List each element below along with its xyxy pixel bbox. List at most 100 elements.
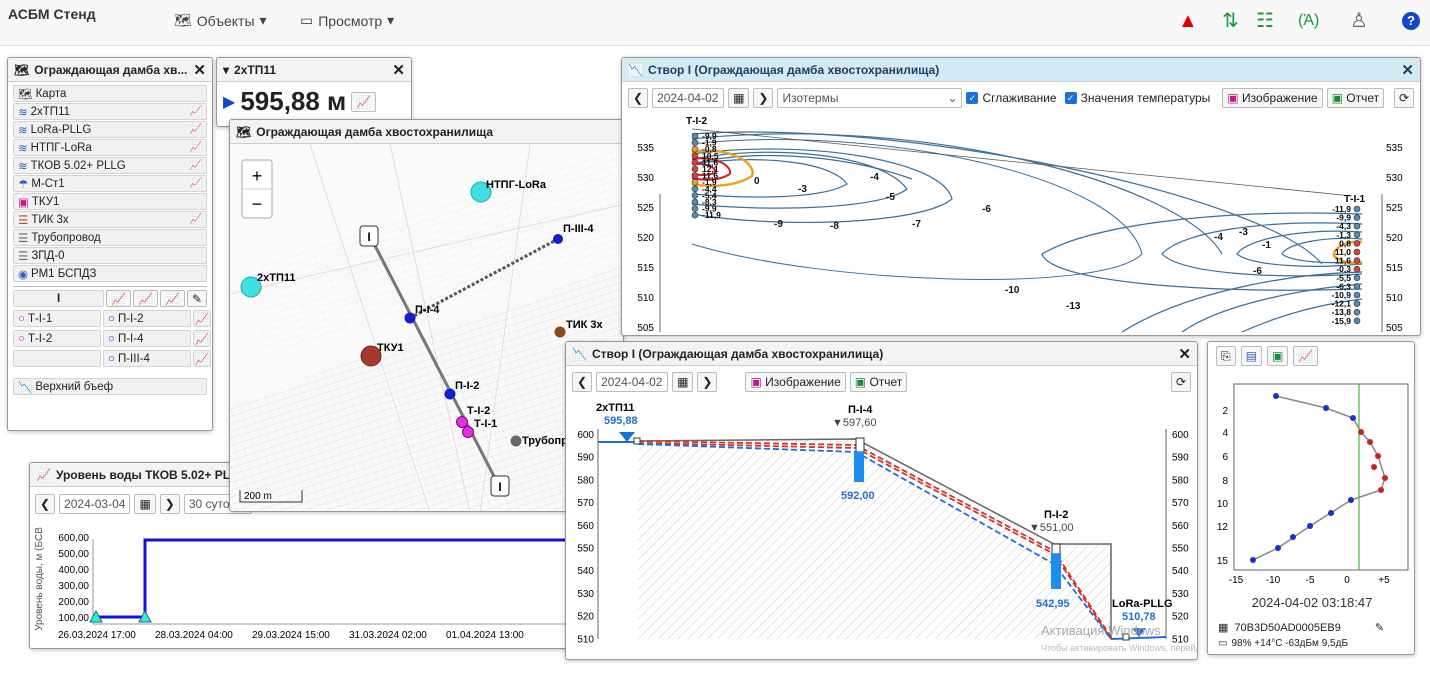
chart-icon[interactable]: 📈 [193, 350, 211, 367]
edit-icon[interactable]: ✎ [1375, 621, 1384, 634]
zoom-out-button[interactable]: − [252, 194, 263, 214]
brand[interactable]: АСБМ Стенд [8, 6, 96, 22]
close-icon[interactable]: ✕ [193, 61, 206, 79]
marker-tik[interactable] [554, 326, 566, 338]
refresh-button[interactable]: ⟳ [1170, 372, 1191, 392]
report-button[interactable]: ▣ Отчет [1326, 88, 1385, 108]
temps-checkbox[interactable]: ✓ [1064, 92, 1077, 104]
chart-icon[interactable]: 📈 [351, 91, 377, 112]
sensor-point [1353, 317, 1361, 325]
marker-t11[interactable] [462, 426, 474, 438]
chart-icon[interactable]: 📈 [190, 124, 202, 135]
label-p3: П-III-4 [563, 223, 594, 235]
menu-objects[interactable]: 🗺 Объекты ▾ [174, 12, 267, 29]
sec-label-lorav: 510,78 [1122, 611, 1156, 623]
report-button[interactable]: ▣ Отчет [849, 372, 908, 392]
section-point[interactable]: ○ П-I-4 [103, 330, 191, 347]
section-point[interactable]: ○ Т-I-2 [13, 330, 101, 347]
chart-icon[interactable]: 📈 [133, 290, 158, 307]
section-label[interactable]: I [13, 290, 105, 307]
tree-item[interactable]: ≋ 2хТП11 📈 [13, 103, 207, 120]
copy-icon[interactable]: ⎘ [1216, 346, 1236, 366]
section-header[interactable]: 📉 Створ I (Ограждающая дамба хвостохранил… [566, 342, 1197, 366]
image-button[interactable]: ▣ Изображение [745, 372, 846, 392]
marker-t12[interactable] [456, 416, 468, 428]
network-icon[interactable]: ☷ [1256, 10, 1274, 32]
marker-p12[interactable] [444, 388, 456, 400]
exchange-icon[interactable]: ⇅ [1222, 10, 1239, 32]
close-icon[interactable]: ✕ [1178, 345, 1191, 363]
marker-p14[interactable] [404, 312, 416, 324]
map-header[interactable]: 🗺 Ограждающая дамба хвостохранилища [230, 120, 623, 144]
close-icon[interactable]: ✕ [392, 61, 405, 79]
chart-icon[interactable]: 📈 [190, 214, 202, 225]
chart-icon[interactable]: 📈 [190, 142, 202, 153]
upper-pool-item[interactable]: 📉 Верхний бъеф [13, 378, 207, 395]
tree-item[interactable]: ☂ М-Ст1 📈 [13, 175, 207, 192]
antenna-icon[interactable]: (Ά) [1298, 10, 1319, 32]
prev-date-button[interactable]: ❮ [628, 88, 649, 108]
tree-item[interactable]: ≋ ТКОВ 5.02+ PLLG 📈 [13, 157, 207, 174]
chart-icon[interactable]: 📈 [193, 310, 211, 327]
next-date-button[interactable]: ❯ [159, 494, 180, 514]
image-button[interactable]: ▣ Изображение [1222, 88, 1323, 108]
user-icon[interactable]: ♙ [1350, 10, 1368, 32]
wl-ytick: 500,00 [58, 549, 89, 560]
section-point[interactable]: ○ П-I-2 [103, 310, 191, 327]
calendar-icon[interactable]: ▦ [672, 372, 694, 392]
menu-view[interactable]: ▭ Просмотр ▾ [300, 12, 394, 29]
tree-item[interactable]: ≋ НТПГ-LoRa 📈 [13, 139, 207, 156]
chart-icon[interactable]: 📈 [190, 106, 202, 117]
section-point-label: П-I-2 [117, 312, 144, 325]
wl-xtick: 01.04.2024 13:00 [446, 630, 524, 641]
prof-xtick: -15 [1229, 575, 1244, 586]
sec-date-input[interactable]: 2024-04-02 [596, 372, 669, 392]
refresh-button[interactable]: ⟳ [1393, 88, 1414, 108]
wl-date-input[interactable]: 2024-03-04 [59, 494, 131, 514]
iso-ytick: 520 [637, 233, 654, 244]
tree-item[interactable]: ◉ РМ1 БСПДЗ [13, 265, 207, 282]
tree-item[interactable]: ☰ ТИК 3х 📈 [13, 211, 207, 228]
close-icon[interactable]: ✕ [1401, 61, 1414, 79]
tree-item[interactable]: ≋ LoRa-PLLG 📈 [13, 121, 207, 138]
tp11-header[interactable]: ▾ 2хТП11 ✕ [217, 58, 411, 82]
doc-icon[interactable]: ▤ [1240, 346, 1262, 366]
chart-icon[interactable]: 📈 [1293, 346, 1319, 366]
section-point[interactable]: ○ П-III-4 [103, 350, 191, 367]
section-point[interactable]: ○ Т-I-1 [13, 310, 101, 327]
next-date-button[interactable]: ❯ [697, 372, 718, 392]
chart-icon[interactable]: 📈 [106, 290, 132, 307]
smooth-checkbox[interactable]: ✓ [966, 92, 979, 104]
tree-item[interactable]: ☰ ЗПД-0 [13, 247, 207, 264]
tree-list: 🗺 Карта ≋ 2хТП11 📈 ≋ LoRa-PLLG 📈 ≋ НТПГ-LoRa 📈 ≋ ТКО… [8, 82, 212, 399]
tree-title: Ограждающая дамба хв... [34, 62, 188, 77]
chart-icon[interactable]: 📈 [159, 290, 185, 307]
isotherm-header[interactable]: 📉 Створ I (Ограждающая дамба хвостохранил… [622, 58, 1420, 82]
prev-date-button[interactable]: ❮ [35, 494, 56, 514]
iso-ytick: 505 [637, 323, 654, 334]
tree-header[interactable]: 🗺 Ограждающая дамба хв... ✕ [8, 58, 212, 82]
iso-mode-select[interactable]: Изотермы ⌄ [777, 88, 963, 108]
help-icon[interactable]: ? [1402, 12, 1420, 30]
map-icon: 🗺 [236, 124, 252, 139]
excel-icon[interactable]: ▣ [1266, 346, 1289, 366]
marker-p3[interactable] [553, 234, 563, 244]
next-date-button[interactable]: ❯ [753, 88, 774, 108]
tree-item[interactable]: ▣ ТКУ1 [13, 193, 207, 210]
chart-icon[interactable]: 📈 [193, 330, 211, 347]
prev-date-button[interactable]: ❮ [572, 372, 593, 392]
zoom-in-button[interactable]: + [252, 166, 263, 186]
marker-pipe[interactable] [510, 435, 522, 447]
tree-item[interactable]: ☰ Трубопровод [13, 229, 207, 246]
chart-icon[interactable]: 📈 [190, 160, 202, 171]
tree-item-label: ТКУ1 [31, 195, 60, 208]
sec-label-p12w: 542,95 [1036, 598, 1070, 610]
calendar-icon[interactable]: ▦ [728, 88, 750, 108]
edit-icon[interactable]: ✎ [186, 290, 207, 307]
warning-icon[interactable]: ▲ [1178, 10, 1198, 32]
chart-icon[interactable]: 📈 [190, 178, 202, 189]
tree-item[interactable]: 🗺 Карта [13, 85, 207, 102]
play-icon[interactable]: ▶ [223, 92, 235, 112]
calendar-icon[interactable]: ▦ [134, 494, 156, 514]
iso-date-input[interactable]: 2024-04-02 [652, 88, 725, 108]
